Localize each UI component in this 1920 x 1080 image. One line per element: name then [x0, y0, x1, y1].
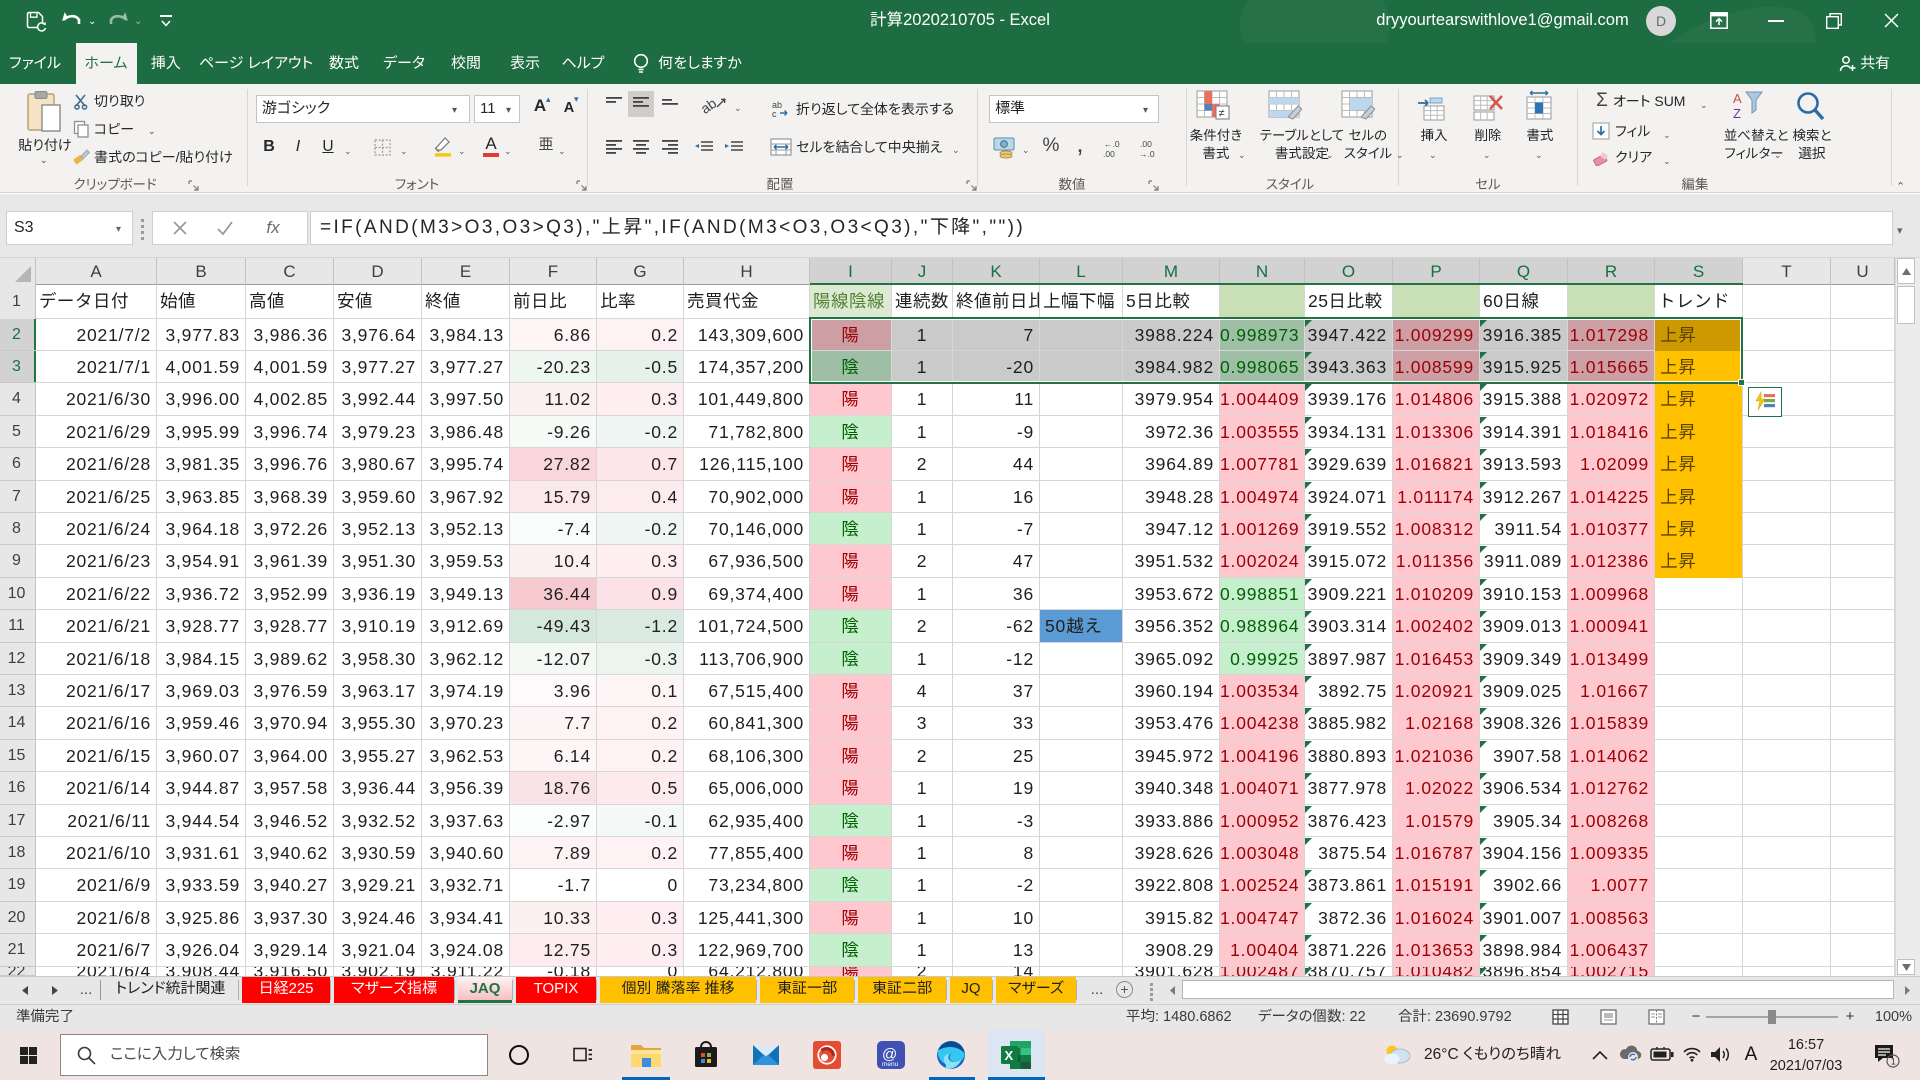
svg-text:A: A [1733, 91, 1742, 106]
svg-text:≠: ≠ [1219, 108, 1225, 120]
svg-text:X: X [1005, 1048, 1014, 1063]
svg-text:c: c [772, 109, 777, 118]
svg-text:.00: .00 [1103, 149, 1115, 158]
svg-text:.00: .00 [1140, 139, 1152, 149]
svg-text:→.0: →.0 [1139, 149, 1155, 158]
svg-text:Z: Z [1733, 106, 1741, 121]
svg-text:1: 1 [1891, 1057, 1896, 1067]
svg-text:←.0: ←.0 [1104, 139, 1120, 149]
svg-text:menu: menu [882, 1061, 899, 1068]
